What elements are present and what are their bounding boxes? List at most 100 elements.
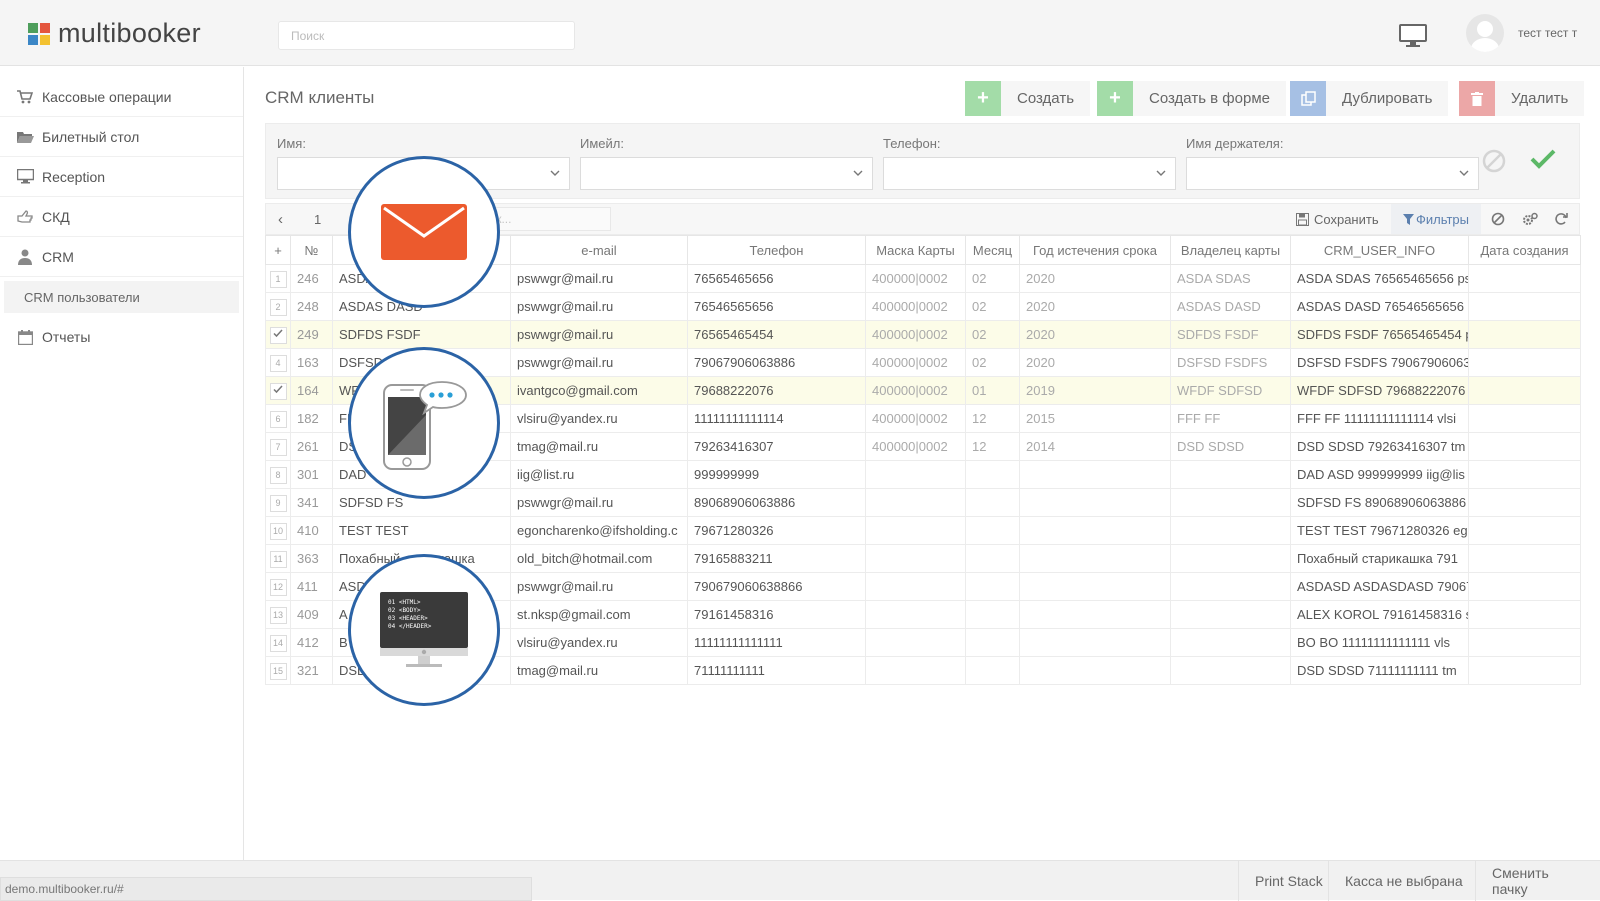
save-grid-button[interactable]: Сохранить	[1296, 204, 1379, 234]
row-select-cell[interactable]: 12	[265, 572, 291, 601]
cell-phone: 790679060638866	[687, 572, 866, 601]
row-number-checkbox[interactable]: 7	[269, 438, 287, 456]
cell-number: 248	[290, 292, 333, 321]
block-icon[interactable]	[1491, 204, 1505, 234]
chevron-left-icon[interactable]: ‹	[278, 204, 283, 234]
cell-expiry-year	[1019, 656, 1171, 685]
cell-month: 02	[965, 264, 1020, 293]
row-select-cell[interactable]: 14	[265, 628, 291, 657]
settings-icon[interactable]	[1522, 204, 1538, 234]
clear-filter-icon[interactable]	[1482, 149, 1506, 173]
user-name[interactable]: тест тест т	[1518, 26, 1577, 40]
cell-month	[965, 600, 1020, 629]
column-header-add[interactable]: +	[265, 235, 291, 265]
row-number-checkbox[interactable]: 6	[269, 410, 287, 428]
avatar[interactable]	[1466, 14, 1504, 52]
folder-open-icon	[16, 128, 34, 146]
row-select-cell[interactable]: 7	[265, 432, 291, 461]
column-header-created-date[interactable]: Дата создания	[1468, 235, 1581, 265]
row-select-cell[interactable]: 6	[265, 404, 291, 433]
row-select-cell[interactable]: 10	[265, 516, 291, 545]
row-select-cell[interactable]: 4	[265, 348, 291, 377]
row-select-cell[interactable]: 8	[265, 460, 291, 489]
cell-email: egoncharenko@ifsholding.c	[510, 516, 688, 545]
cell-email: iig@list.ru	[510, 460, 688, 489]
chevron-down-icon	[1459, 170, 1469, 176]
filters-toggle-button[interactable]: Фильтры	[1391, 204, 1481, 234]
row-select-cell[interactable]: 1	[265, 264, 291, 293]
sidebar-item-reception[interactable]: Reception	[0, 157, 243, 197]
filter-holder-select[interactable]	[1186, 157, 1479, 190]
cell-card-mask: 400000|0002	[865, 404, 966, 433]
cart-icon	[16, 88, 34, 106]
column-header-number[interactable]: №	[290, 235, 333, 265]
row-number-checkbox[interactable]: 12	[269, 578, 287, 596]
page-number[interactable]: 1	[314, 204, 321, 234]
column-header-card-mask[interactable]: Маска Карты	[865, 235, 966, 265]
row-number-checkbox[interactable]: 10	[269, 522, 287, 540]
row-select-cell[interactable]	[265, 320, 291, 349]
cell-card-owner	[1170, 600, 1291, 629]
cell-number: 363	[290, 544, 333, 573]
monitor-icon[interactable]	[1399, 24, 1427, 48]
cell-email: ivantgco@gmail.com	[510, 376, 688, 405]
row-number-checkbox[interactable]: 1	[269, 270, 287, 288]
create-in-form-button[interactable]: + Создать в форме	[1097, 81, 1286, 116]
table-row[interactable]: 9 341 SDFSD FS pswwgr@mail.ru 89068906063886…	[265, 488, 1581, 517]
row-number-checkbox[interactable]: 15	[269, 662, 287, 680]
print-stack-button[interactable]: Print Stack	[1238, 861, 1339, 901]
row-checkbox-checked[interactable]	[269, 326, 287, 344]
sidebar-item-cash[interactable]: Кассовые операции	[0, 77, 243, 117]
cell-phone: 11111111111111	[687, 628, 866, 657]
page-title: CRM клиенты	[265, 88, 375, 107]
row-number-checkbox[interactable]: 8	[269, 466, 287, 484]
column-header-phone[interactable]: Телефон	[687, 235, 866, 265]
cash-desk-button[interactable]: Касса не выбрана	[1328, 861, 1479, 901]
row-select-cell[interactable]: 9	[265, 488, 291, 517]
row-number-checkbox[interactable]: 4	[269, 354, 287, 372]
cell-created-date	[1468, 376, 1581, 405]
row-number-checkbox[interactable]: 11	[269, 550, 287, 568]
column-header-month[interactable]: Месяц	[965, 235, 1020, 265]
sidebar-item-label: Билетный стол	[42, 128, 140, 145]
row-number-checkbox[interactable]: 14	[269, 634, 287, 652]
row-select-cell[interactable]: 11	[265, 544, 291, 573]
table-row[interactable]: 249 SDFDS FSDF pswwgr@mail.ru 76565465454 40…	[265, 320, 1581, 349]
column-header-email[interactable]: e-mail	[510, 235, 688, 265]
column-header-card-owner[interactable]: Владелец карты	[1170, 235, 1291, 265]
filter-email-select[interactable]	[580, 157, 873, 190]
sidebar-item-skd[interactable]: СКД	[0, 197, 243, 237]
change-batch-button[interactable]: Сменить пачку	[1475, 861, 1600, 901]
sidebar-item-ticket-desk[interactable]: Билетный стол	[0, 117, 243, 157]
table-row[interactable]: 10 410 TEST TEST egoncharenko@ifsholding.c 7…	[265, 516, 1581, 545]
cell-card-mask: 400000|0002	[865, 264, 966, 293]
row-select-cell[interactable]: 15	[265, 656, 291, 685]
search-input[interactable]	[278, 21, 575, 50]
row-number-checkbox[interactable]: 2	[269, 298, 287, 316]
cell-card-owner	[1170, 516, 1291, 545]
cell-created-date	[1468, 292, 1581, 321]
row-checkbox-checked[interactable]	[269, 382, 287, 400]
column-header-crm-user-info[interactable]: CRM_USER_INFO	[1290, 235, 1469, 265]
sidebar-subitem-crm-users[interactable]: CRM пользователи	[4, 281, 239, 313]
checkmark-icon[interactable]	[1530, 147, 1556, 171]
cell-month: 12	[965, 432, 1020, 461]
cell-number: 409	[290, 600, 333, 629]
delete-button[interactable]: Удалить	[1459, 81, 1585, 116]
sidebar-item-crm[interactable]: CRM	[0, 237, 243, 277]
duplicate-button[interactable]: Дублировать	[1290, 81, 1449, 116]
cell-card-mask	[865, 656, 966, 685]
create-button[interactable]: + Создать	[965, 81, 1091, 116]
row-select-cell[interactable]: 2	[265, 292, 291, 321]
sidebar-item-reports[interactable]: Отчеты	[0, 317, 243, 357]
logo[interactable]: multibooker	[28, 18, 201, 49]
cell-created-date	[1468, 516, 1581, 545]
row-select-cell[interactable]: 13	[265, 600, 291, 629]
cell-card-mask: 400000|0002	[865, 348, 966, 377]
row-select-cell[interactable]	[265, 376, 291, 405]
row-number-checkbox[interactable]: 9	[269, 494, 287, 512]
row-number-checkbox[interactable]: 13	[269, 606, 287, 624]
refresh-icon[interactable]	[1554, 204, 1568, 234]
column-header-expiry-year[interactable]: Год истечения срока	[1019, 235, 1171, 265]
filter-phone-select[interactable]	[883, 157, 1176, 190]
